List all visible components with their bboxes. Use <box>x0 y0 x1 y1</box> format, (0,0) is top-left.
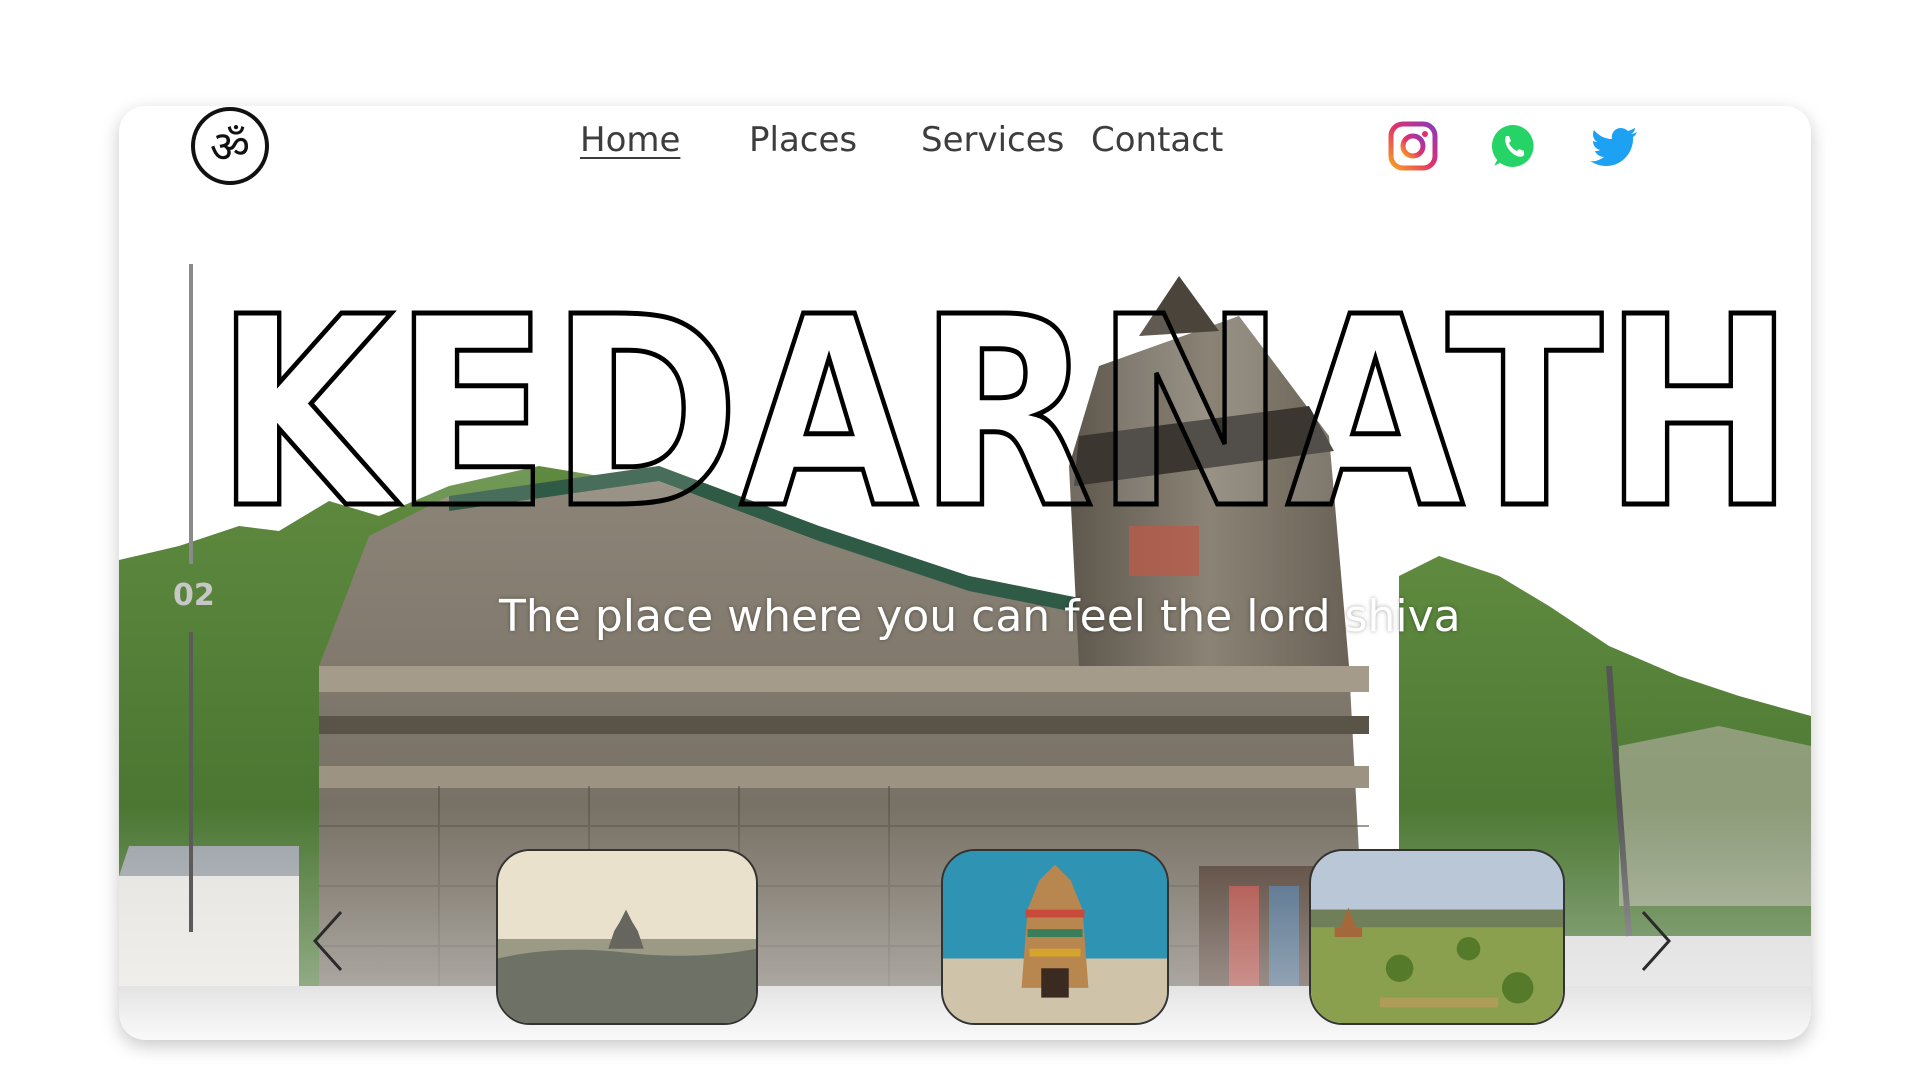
hero-title: KEDARNATH <box>213 259 1798 569</box>
nav-places[interactable]: Places <box>749 120 857 160</box>
om-symbol-icon[interactable]: ॐ <box>190 106 270 186</box>
hero-title-text: KEDARNATH <box>215 261 1795 566</box>
instagram-icon[interactable] <box>1387 120 1439 172</box>
carousel-item-gopuram-temple[interactable] <box>941 849 1169 1025</box>
twitter-icon[interactable] <box>1589 120 1641 172</box>
slide-number: 02 <box>173 578 215 613</box>
whatsapp-icon[interactable] <box>1488 120 1540 172</box>
chevron-left-icon[interactable] <box>307 906 351 976</box>
nav-contact[interactable]: Contact <box>1091 120 1223 160</box>
chevron-right-icon[interactable] <box>1633 906 1677 976</box>
nav-services[interactable]: Services <box>921 120 1064 160</box>
hero-subtitle: The place where you can feel the lord sh… <box>499 591 1461 642</box>
carousel-item-bagan-temples-landscape[interactable] <box>1309 849 1565 1025</box>
slide-progress-rail-top <box>189 264 193 564</box>
slide-progress-rail-bottom <box>189 632 193 932</box>
nav-home[interactable]: Home <box>580 120 680 160</box>
hero-card: ॐ Home Places Services Contact 02 KEDARN… <box>119 106 1811 1040</box>
carousel-item-misty-temple-plain[interactable] <box>496 849 758 1025</box>
svg-text:ॐ: ॐ <box>210 122 250 173</box>
